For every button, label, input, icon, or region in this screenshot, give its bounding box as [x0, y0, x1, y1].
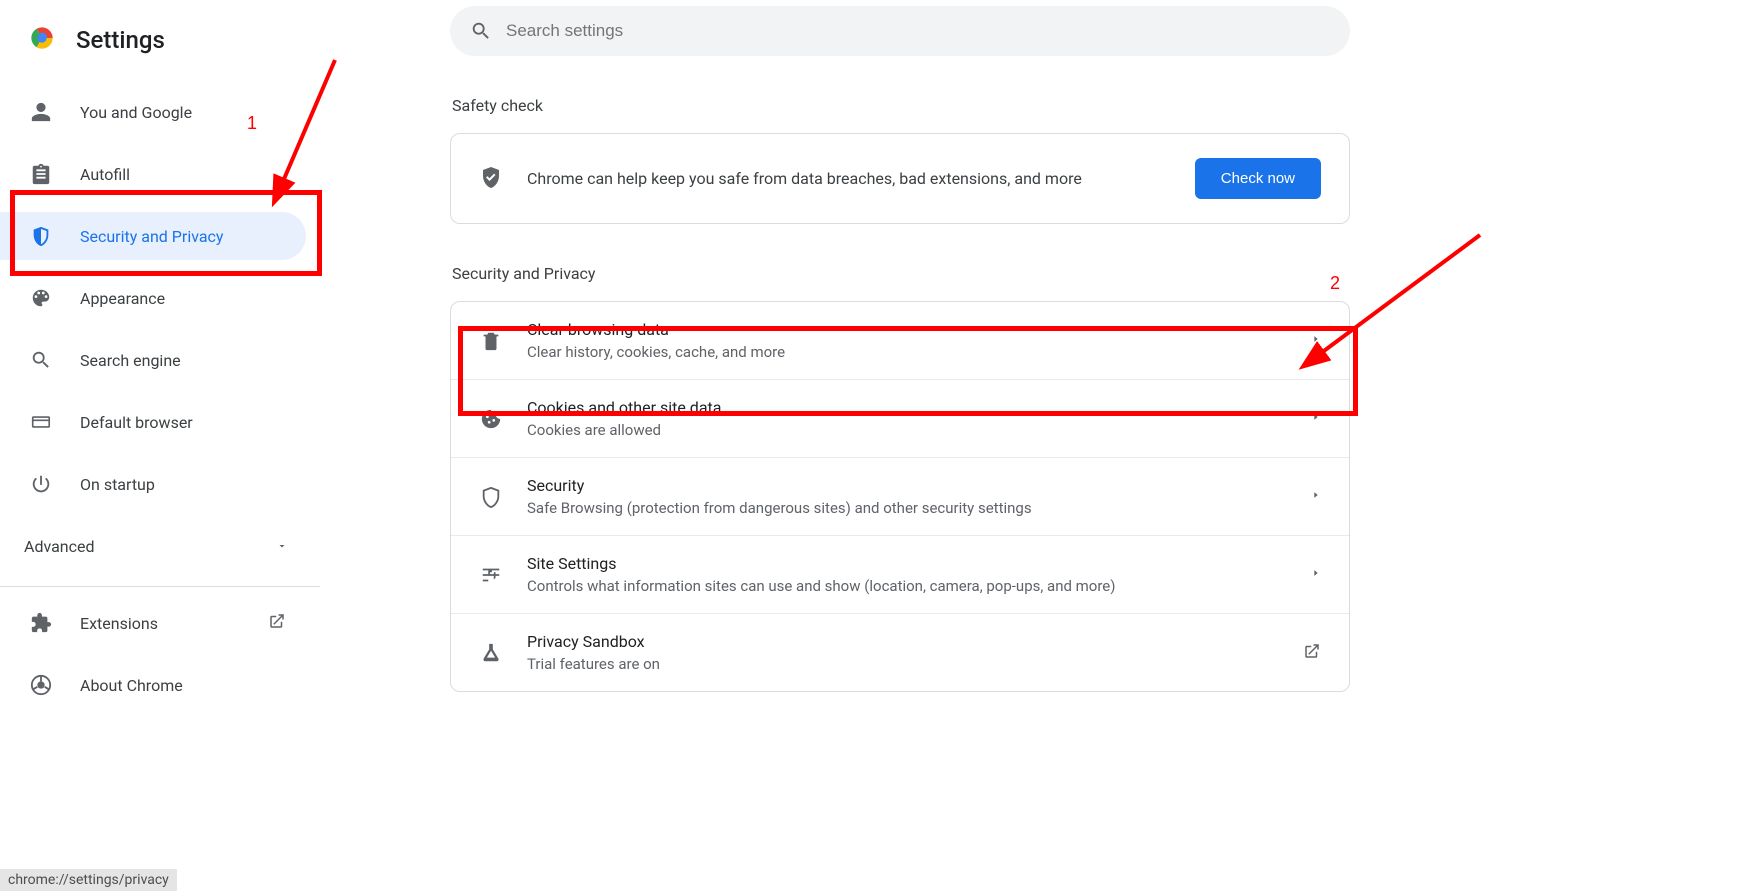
sidebar-item-search-engine[interactable]: Search engine — [0, 336, 306, 384]
sidebar-item-label: Default browser — [80, 413, 193, 432]
divider — [0, 586, 320, 587]
row-desc: Cookies are allowed — [527, 421, 1287, 439]
chrome-icon — [30, 674, 52, 696]
sidebar-item-appearance[interactable]: Appearance — [0, 274, 306, 322]
browser-icon — [30, 411, 52, 433]
sidebar-item-extensions[interactable]: Extensions — [0, 599, 306, 647]
trash-icon — [479, 330, 503, 352]
safety-check-row: Chrome can help keep you safe from data … — [451, 134, 1349, 223]
chevron-right-icon — [1311, 565, 1321, 584]
sidebar-item-default-browser[interactable]: Default browser — [0, 398, 306, 446]
main-content: Safety check Chrome can help keep you sa… — [450, 0, 1350, 692]
search-icon — [470, 20, 492, 46]
sidebar-item-label: Appearance — [80, 289, 165, 308]
search-icon — [30, 349, 52, 371]
sidebar-item-label: Extensions — [80, 614, 158, 633]
sidebar-item-about-chrome[interactable]: About Chrome — [0, 661, 306, 709]
page-title: Settings — [76, 26, 165, 54]
row-text: Privacy Sandbox Trial features are on — [527, 632, 1279, 673]
sidebar: Settings You and Google Autofill Securit… — [0, 0, 320, 891]
sidebar-header: Settings — [0, 12, 320, 78]
row-text: Cookies and other site data Cookies are … — [527, 398, 1287, 439]
sidebar-advanced-toggle[interactable]: Advanced — [0, 522, 320, 570]
safety-check-text: Chrome can help keep you safe from data … — [527, 169, 1171, 188]
row-desc: Trial features are on — [527, 655, 1279, 673]
row-privacy-sandbox[interactable]: Privacy Sandbox Trial features are on — [451, 613, 1349, 691]
sidebar-item-label: About Chrome — [80, 676, 183, 695]
tune-icon — [479, 564, 503, 586]
extension-icon — [30, 612, 52, 634]
security-privacy-card: Clear browsing data Clear history, cooki… — [450, 301, 1350, 692]
chevron-right-icon — [1311, 409, 1321, 428]
row-desc: Safe Browsing (protection from dangerous… — [527, 499, 1287, 517]
chevron-right-icon — [1311, 331, 1321, 350]
palette-icon — [30, 287, 52, 309]
sidebar-item-label: Search engine — [80, 351, 181, 370]
row-security[interactable]: Security Safe Browsing (protection from … — [451, 457, 1349, 535]
shield-outline-icon — [479, 486, 503, 508]
power-icon — [30, 473, 52, 495]
chrome-logo-icon — [26, 22, 58, 58]
row-text: Clear browsing data Clear history, cooki… — [527, 320, 1287, 361]
cookie-icon — [479, 408, 503, 430]
row-text: Security Safe Browsing (protection from … — [527, 476, 1287, 517]
chevron-right-icon — [1311, 487, 1321, 506]
row-title: Security — [527, 476, 1287, 495]
row-desc: Controls what information sites can use … — [527, 577, 1287, 595]
row-title: Clear browsing data — [527, 320, 1287, 339]
sidebar-item-security-and-privacy[interactable]: Security and Privacy — [0, 212, 306, 260]
sidebar-item-label: Autofill — [80, 165, 130, 184]
status-url: chrome://settings/privacy — [0, 869, 177, 891]
sidebar-item-label: On startup — [80, 475, 155, 494]
nav-section: You and Google Autofill Security and Pri… — [0, 88, 320, 709]
safety-check-card: Chrome can help keep you safe from data … — [450, 133, 1350, 224]
open-in-new-icon — [268, 612, 286, 634]
safety-check-heading: Safety check — [452, 96, 1350, 115]
search-input[interactable] — [450, 6, 1350, 56]
row-text: Site Settings Controls what information … — [527, 554, 1287, 595]
person-icon — [30, 101, 52, 123]
sidebar-item-label: Security and Privacy — [80, 227, 223, 246]
open-in-new-icon — [1303, 642, 1321, 664]
row-site-settings[interactable]: Site Settings Controls what information … — [451, 535, 1349, 613]
annotation-label-2: 2 — [1330, 273, 1340, 294]
shield-check-icon — [479, 165, 503, 193]
sidebar-item-label: You and Google — [80, 103, 192, 122]
sidebar-item-autofill[interactable]: Autofill — [0, 150, 306, 198]
flask-icon — [479, 642, 503, 664]
row-title: Privacy Sandbox — [527, 632, 1279, 651]
row-title: Site Settings — [527, 554, 1287, 573]
security-privacy-heading: Security and Privacy — [452, 264, 1350, 283]
chevron-down-icon — [276, 537, 288, 556]
search-wrap — [450, 6, 1350, 56]
advanced-label: Advanced — [24, 537, 95, 556]
shield-icon — [30, 225, 52, 247]
row-title: Cookies and other site data — [527, 398, 1287, 417]
sidebar-item-you-and-google[interactable]: You and Google — [0, 88, 306, 136]
row-clear-browsing-data[interactable]: Clear browsing data Clear history, cooki… — [451, 302, 1349, 379]
check-now-button[interactable]: Check now — [1195, 158, 1321, 199]
row-cookies[interactable]: Cookies and other site data Cookies are … — [451, 379, 1349, 457]
clipboard-icon — [30, 163, 52, 185]
row-desc: Clear history, cookies, cache, and more — [527, 343, 1287, 361]
sidebar-item-on-startup[interactable]: On startup — [0, 460, 306, 508]
annotation-label-1: 1 — [247, 113, 257, 134]
